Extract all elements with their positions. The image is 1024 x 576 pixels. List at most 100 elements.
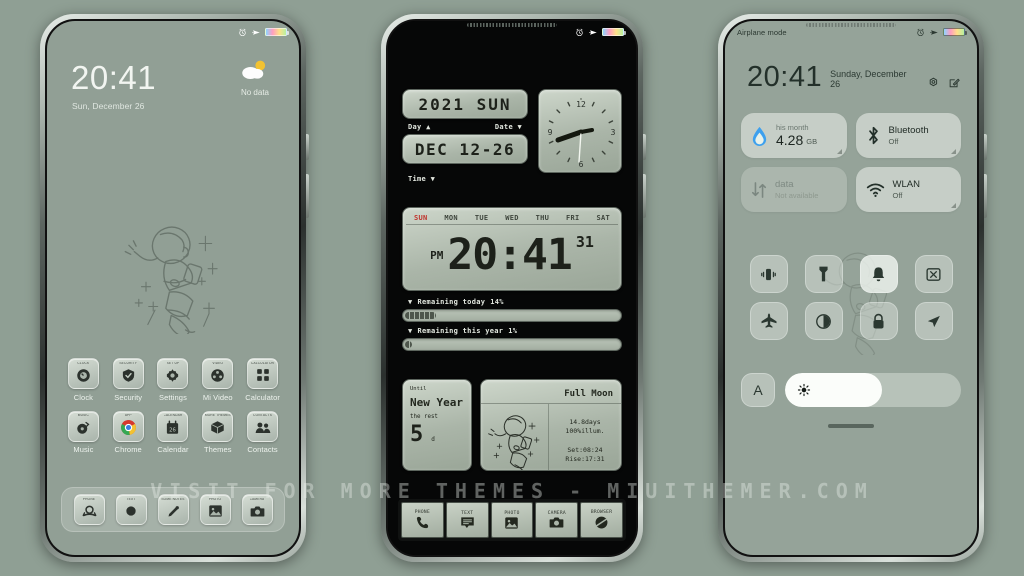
moon-widget[interactable]: Full Moon 14.8days 100%illum. Set:08:24 … [480, 379, 622, 471]
speaker-grille [806, 23, 896, 27]
svg-text:26: 26 [170, 428, 177, 434]
app-icon-clock[interactable]: CLOCK Clock [61, 358, 106, 402]
progress-bar-today[interactable] [402, 309, 622, 322]
dock2-icon-text[interactable]: TEXT [445, 502, 489, 538]
app-icon-calendar[interactable]: CALENDAR 26 Calendar [151, 410, 196, 454]
weekday-wed: WED [505, 214, 519, 222]
app-icon-security[interactable]: SECURITY Security [106, 358, 151, 402]
toggle-ringer[interactable] [859, 255, 898, 293]
date-widget[interactable]: DEC 12-26 [402, 134, 528, 164]
app-icon-contacts[interactable]: CONTACTS Contacts [240, 410, 285, 454]
weekday-tue: TUE [474, 214, 489, 222]
round-tiles-grid [741, 255, 961, 340]
tile-data-sub: Not available [775, 190, 819, 200]
battery-icon [602, 28, 626, 36]
app-icon-music[interactable]: MUSIC Music [61, 410, 106, 454]
gear-icon[interactable] [927, 76, 940, 90]
dock-icon-text[interactable]: TEXT [115, 494, 147, 525]
photo-icon [208, 501, 223, 524]
bluetooth-icon [868, 126, 878, 145]
tile-wlan[interactable]: WLAN Off [855, 167, 961, 212]
digital-clock-widget[interactable]: SUN MON TUE WED THU FRI SAT PM 20:41 31 [402, 207, 622, 291]
toggle-screenshot[interactable] [914, 255, 953, 293]
tile-data-unit: GB [806, 137, 818, 146]
gear-icon [165, 365, 180, 388]
dock2-icon-browser[interactable]: BROWSER [580, 502, 623, 538]
progress-arrow[interactable]: ▼ [408, 327, 413, 335]
newyear-unit: d [431, 436, 435, 443]
weather-widget[interactable]: No data [229, 59, 281, 97]
sun-icon [797, 383, 811, 397]
tile-data-value: 4.28 [776, 132, 804, 148]
toggle-lock[interactable] [859, 302, 898, 340]
moon-age: 14.8days [569, 417, 601, 426]
toggle-airplane[interactable] [749, 302, 788, 340]
tile-data-usage[interactable]: his month 4.28 GB [741, 113, 847, 158]
calendar-26-icon: 26 [165, 417, 180, 440]
astronaut-illustration [47, 216, 299, 334]
tile-expand-corner[interactable] [836, 149, 842, 154]
dock-icon-photo[interactable]: PHOTO [199, 494, 231, 525]
tile-mobile-data[interactable]: data Not available [741, 167, 847, 212]
progress-bar-year[interactable] [402, 338, 622, 351]
big-tiles-grid: his month 4.28 GB Bluetooth Off data Not… [741, 113, 961, 212]
tile-bluetooth-sub: Off [888, 136, 899, 146]
dock-icon-camera[interactable]: CAMERA [241, 494, 273, 525]
meridiem: PM [430, 248, 444, 262]
app-label: Clock [73, 392, 94, 402]
newyear-title: New Year [410, 396, 463, 409]
app-label: Themes [203, 445, 232, 454]
toggle-location[interactable] [914, 302, 953, 340]
app-label: Chrome [114, 445, 142, 454]
chrome-icon [120, 417, 137, 440]
dock2-icon-camera[interactable]: CAMERA [535, 502, 579, 538]
phone-1-home-screen: 20:41 Sun, December 26 No data CLOCK Clo… [40, 14, 309, 562]
phone-2-widget-screen: 2021 SUN Day ▲ Date ▼ DEC 12-26 Time ▼ 1… [381, 14, 646, 562]
app-icon-calculator[interactable]: CALCULATOR Calculator [240, 358, 285, 402]
app-icon-chrome[interactable]: APP Chrome [106, 410, 151, 454]
year-value: 2021 SUN [418, 94, 512, 114]
dock-icon-notes[interactable]: SOME NOTES [157, 494, 189, 525]
airplane-icon [930, 29, 938, 35]
dock2-icon-photo[interactable]: PHOTO [490, 502, 534, 538]
airplane-icon [761, 313, 776, 328]
time-control[interactable]: Time ▼ [408, 175, 435, 183]
dock-icon-phone[interactable]: PHONE [73, 494, 105, 525]
tile-wlan-title: WLAN [892, 179, 920, 191]
data-transfer-icon [751, 181, 767, 198]
app-label: Settings [159, 392, 187, 402]
app-icon-themes[interactable]: MORE THEMES Themes [195, 410, 240, 454]
day-control[interactable]: Day ▲ [408, 123, 431, 131]
message-icon [460, 516, 474, 528]
lock-time: 20:41 [71, 59, 157, 96]
brightness-slider[interactable] [785, 373, 961, 407]
weekday-sun: SUN [414, 214, 428, 222]
auto-brightness-button[interactable]: A [741, 373, 775, 407]
camera-icon [250, 501, 265, 524]
tile-expand-corner[interactable] [951, 203, 956, 208]
control-center-header: 20:41 Sunday, December 26 [747, 63, 961, 92]
app-icon-mi-video[interactable]: VIDEO Mi Video [195, 358, 240, 402]
dock2-icon-phone[interactable]: PHONE [401, 502, 444, 538]
new-year-widget[interactable]: Until New Year the rest 5 d [402, 379, 472, 471]
app-icon-settings[interactable]: SET UP Settings [151, 358, 196, 402]
tile-bluetooth[interactable]: Bluetooth Off [855, 113, 961, 158]
edit-icon[interactable] [948, 76, 961, 90]
toggle-dark-mode[interactable] [804, 302, 843, 340]
wifi-icon [866, 183, 884, 197]
progress-arrow[interactable]: ▼ [408, 298, 413, 306]
data-drop-icon [752, 126, 767, 146]
dock2: PHONE TEXT PHOTO CAMERA BROWSER [398, 499, 626, 541]
toggle-flashlight[interactable] [804, 255, 843, 293]
progress-section: ▼ Remaining today 14% ▼ Remaining this y… [402, 298, 622, 351]
app-label: Calendar [157, 445, 189, 454]
home-indicator[interactable] [725, 424, 977, 428]
progress-label: Remaining today [417, 298, 486, 306]
toggle-vibrate[interactable] [749, 255, 788, 293]
airplane-icon [252, 29, 260, 35]
tile-expand-corner[interactable] [951, 149, 956, 154]
year-widget[interactable]: 2021 SUN [402, 89, 528, 119]
analog-clock-widget[interactable]: 12 3 6 9 [538, 89, 622, 173]
date-control[interactable]: Date ▼ [495, 123, 522, 131]
bell-icon [872, 266, 885, 281]
